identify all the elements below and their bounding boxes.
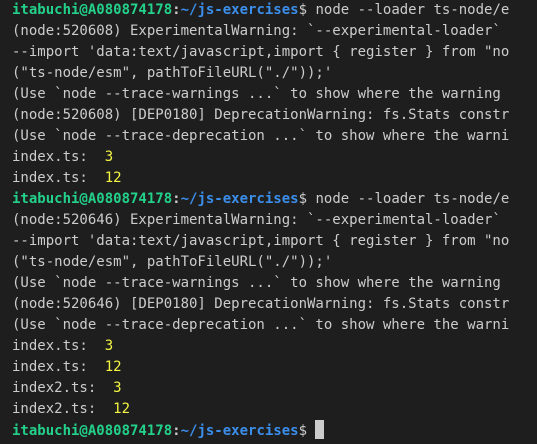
result-label: index2.ts:: [12, 380, 114, 396]
prompt-path: ~/js-exercises: [180, 423, 299, 439]
result-line: index2.ts: 3: [12, 378, 537, 399]
result-line: index.ts: 12: [12, 357, 537, 378]
prompt-userhost: itabuchi@A080874178: [12, 191, 173, 207]
prompt-sigil: $: [298, 423, 316, 439]
result-value: 12: [104, 170, 122, 186]
output-line: (Use `node --trace-deprecation ...` to s…: [12, 317, 510, 333]
result-line: index.ts: 12: [12, 168, 537, 189]
output-line: (node:520608) [DEP0180] DeprecationWarni…: [12, 107, 510, 123]
command-text: node --loader ts-node/e: [315, 191, 510, 207]
prompt-colon: :: [172, 423, 181, 439]
output-line: (Use `node --trace-deprecation ...` to s…: [12, 128, 510, 144]
output-line: (node:520646) ExperimentalWarning: `--ex…: [12, 212, 501, 228]
command-text: node --loader ts-node/e: [315, 2, 510, 18]
output-line: (node:520646) [DEP0180] DeprecationWarni…: [12, 296, 510, 312]
prompt-path: ~/js-exercises: [180, 2, 299, 18]
prompt-sigil: $: [298, 191, 316, 207]
prompt-colon: :: [172, 191, 181, 207]
output-line: (Use `node --trace-warnings ...` to show…: [12, 86, 501, 102]
output-line: (Use `node --trace-warnings ...` to show…: [12, 275, 501, 291]
result-label: index.ts:: [12, 170, 105, 186]
result-value: 3: [113, 380, 122, 396]
result-value: 3: [104, 149, 114, 165]
result-value: 12: [104, 359, 122, 375]
result-label: index.ts:: [12, 338, 105, 354]
result-value: 12: [113, 401, 131, 417]
prompt-line: itabuchi@A080874178:~/js-exercises$ node…: [12, 189, 537, 210]
output-line: ("ts-node/esm", pathToFileURL("./"));': [12, 254, 333, 270]
result-label: index2.ts:: [12, 401, 114, 417]
output-line: --import 'data:text/javascript,import { …: [12, 44, 510, 60]
result-value: 3: [104, 338, 114, 354]
result-line: index.ts: 3: [12, 336, 537, 357]
prompt-sigil: $: [298, 2, 316, 18]
prompt-line: itabuchi@A080874178:~/js-exercises$: [12, 420, 537, 441]
prompt-userhost: itabuchi@A080874178: [12, 423, 173, 439]
terminal[interactable]: itabuchi@A080874178:~/js-exercises$ node…: [0, 0, 537, 444]
text-cursor[interactable]: [315, 420, 325, 439]
prompt-line: itabuchi@A080874178:~/js-exercises$ node…: [12, 0, 537, 21]
prompt-colon: :: [172, 2, 181, 18]
output-line: (node:520608) ExperimentalWarning: `--ex…: [12, 23, 501, 39]
result-line: index.ts: 3: [12, 147, 537, 168]
result-line: index2.ts: 12: [12, 399, 537, 420]
prompt-userhost: itabuchi@A080874178: [12, 2, 173, 18]
output-line: --import 'data:text/javascript,import { …: [12, 233, 510, 249]
result-label: index.ts:: [12, 359, 105, 375]
prompt-path: ~/js-exercises: [180, 191, 299, 207]
result-label: index.ts:: [12, 149, 105, 165]
output-line: ("ts-node/esm", pathToFileURL("./"));': [12, 65, 333, 81]
